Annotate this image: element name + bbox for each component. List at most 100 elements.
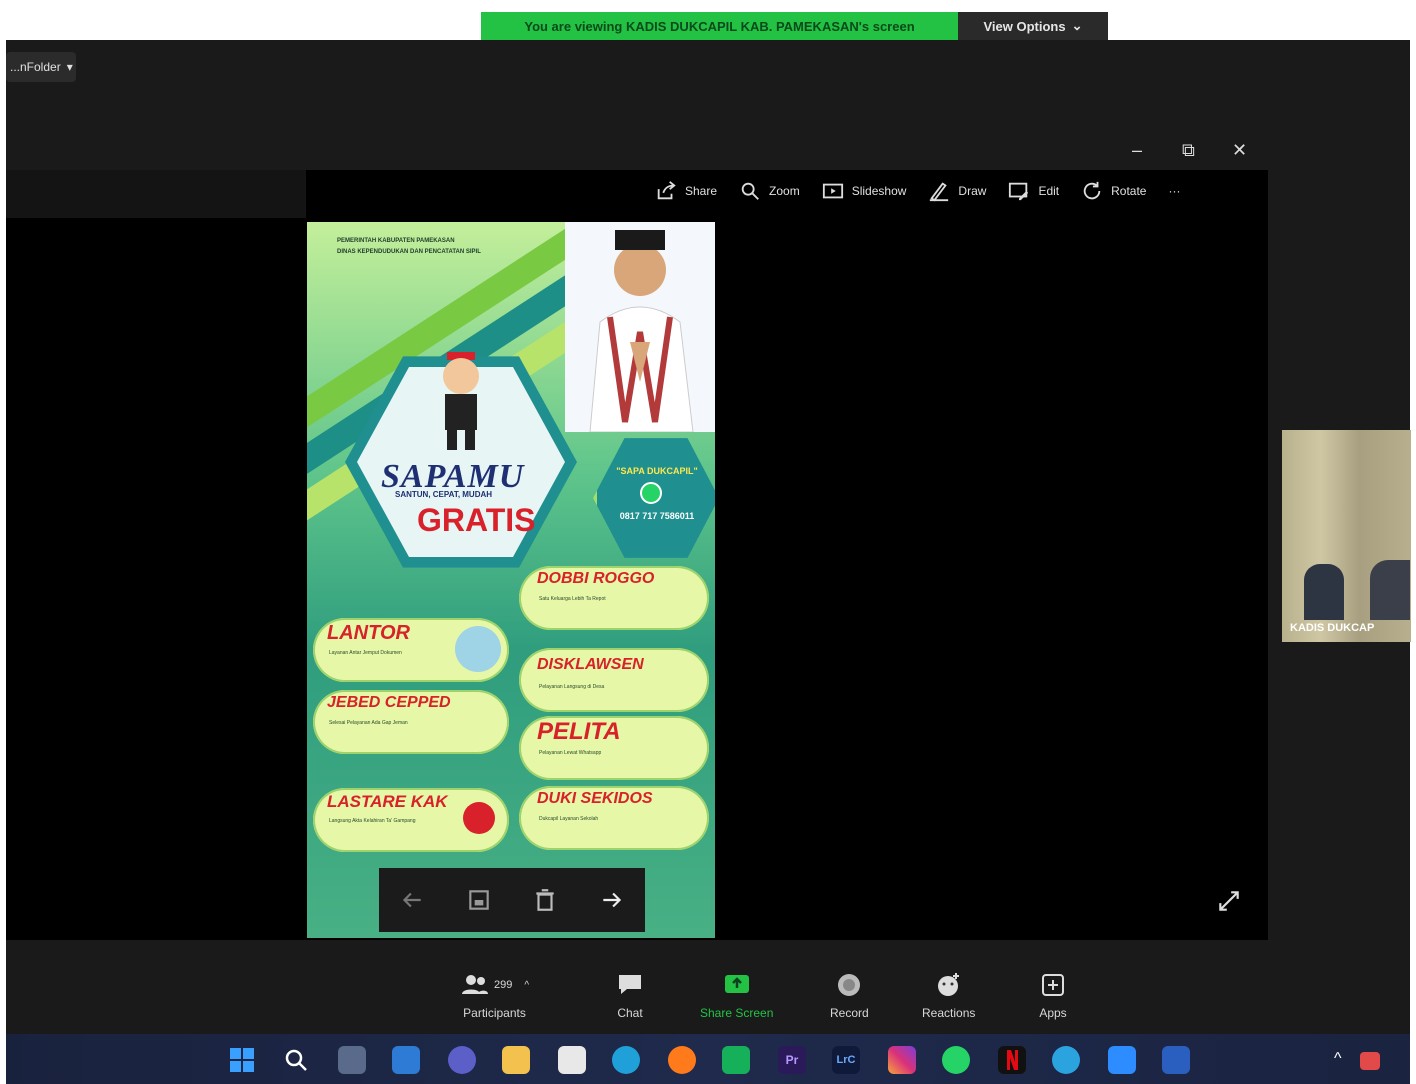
toolbar-more[interactable]: ···: [1168, 184, 1180, 198]
service-text: Dukcapil Layanan Sekolah: [539, 816, 599, 822]
service-illustration: [463, 802, 495, 834]
reactions-button[interactable]: Reactions: [922, 970, 975, 1020]
whatsapp-taskbar-icon[interactable]: [942, 1046, 970, 1074]
service-pill: DOBBI ROGGO Satu Keluarga Lebih Ta Repot: [519, 566, 709, 630]
share-screen-button[interactable]: Share Screen: [700, 970, 773, 1020]
zoom-icon: [741, 182, 759, 200]
service-pill: JEBED CEPPED Selesai Pelayanan Ada Gap J…: [313, 690, 509, 754]
task-view-icon[interactable]: [338, 1046, 366, 1074]
telegram-icon[interactable]: [1052, 1046, 1080, 1074]
viewing-banner: You are viewing KADIS DUKCAPIL KAB. PAME…: [481, 12, 958, 40]
rotate-icon: [1083, 181, 1101, 200]
apps-icon: [1042, 974, 1064, 996]
chevron-up-icon[interactable]: ^: [524, 980, 529, 991]
service-illustration: [455, 626, 501, 672]
fullscreen-icon[interactable]: [1216, 888, 1242, 914]
system-tray-chevron-icon[interactable]: ^: [1334, 1050, 1342, 1068]
phone-app-icon[interactable]: [722, 1046, 750, 1074]
search-icon[interactable]: [282, 1046, 310, 1074]
service-pill: LASTARE KAK Langsung Akta Kelahiran Ta' …: [313, 788, 509, 852]
participant-silhouette: [1370, 560, 1410, 620]
poster-header: PEMERINTAH KABUPATEN PAMEKASAN DINAS KEP…: [337, 236, 481, 258]
arrow-right-icon[interactable]: [599, 887, 625, 913]
participants-button[interactable]: 299 ^ Participants: [460, 970, 529, 1020]
record-icon: [838, 974, 861, 996]
more-icon: ···: [1168, 184, 1181, 198]
tray-app-icon[interactable]: [1360, 1052, 1380, 1070]
service-title: DOBBI ROGGO: [537, 570, 655, 587]
service-title: DISKLAWSEN: [537, 656, 644, 673]
toolbar-share[interactable]: Share: [655, 180, 717, 202]
close-button[interactable]: ✕: [1232, 140, 1247, 161]
view-options-label: View Options: [983, 18, 1066, 34]
restore-button[interactable]: ⧉: [1182, 140, 1195, 161]
word-icon[interactable]: [1162, 1046, 1190, 1074]
toolbar-zoom[interactable]: Zoom: [739, 180, 800, 202]
participants-count: 299: [494, 979, 513, 991]
minimize-button[interactable]: –: [1132, 140, 1142, 161]
poster-gratis: GRATIS: [417, 502, 536, 538]
service-text: Selesai Pelayanan Ada Gap Jeman: [329, 720, 408, 726]
mascot-figure: [433, 352, 489, 452]
service-text: Pelayanan Langsung di Desa: [539, 684, 605, 690]
chevron-down-icon: ⌄: [1071, 18, 1083, 33]
instagram-icon[interactable]: [888, 1046, 916, 1074]
share-screen-label: Share Screen: [700, 1006, 774, 1020]
folder-tab-label: ...nFolder: [10, 60, 61, 74]
premiere-pro-icon[interactable]: Pr: [778, 1046, 806, 1074]
service-title: LASTARE KAK: [327, 792, 448, 811]
participant-name-label: KADIS DUKCAP: [1290, 622, 1375, 634]
toolbar-draw[interactable]: Draw: [928, 180, 986, 202]
participants-label: Participants: [463, 1006, 526, 1020]
toolbar-rotate[interactable]: Rotate: [1081, 180, 1146, 202]
store-icon[interactable]: [558, 1046, 586, 1074]
firefox-icon[interactable]: [668, 1046, 696, 1074]
whatsapp-number: 0817 717 7586011: [619, 511, 695, 521]
chat-button[interactable]: Chat: [615, 970, 645, 1020]
widgets-icon[interactable]: [392, 1046, 420, 1074]
teams-chat-icon[interactable]: [448, 1046, 476, 1074]
edit-icon: [1009, 182, 1029, 201]
whatsapp-title: "SAPA DUKCAPIL": [616, 466, 698, 476]
poster-tagline: SANTUN, CEPAT, MUDAH: [395, 490, 493, 499]
toolbar-edit[interactable]: Edit: [1008, 180, 1059, 202]
reactions-icon: [937, 973, 959, 996]
lightroom-icon[interactable]: LrC: [832, 1046, 860, 1074]
viewer-titlebar-left: [6, 170, 306, 218]
service-title: LANTOR: [327, 622, 410, 644]
participants-icon: [462, 975, 488, 994]
apps-button[interactable]: Apps: [1038, 970, 1068, 1020]
official-photo: [565, 222, 715, 433]
save-icon[interactable]: [466, 887, 492, 913]
service-pill: DISKLAWSEN Pelayanan Langsung di Desa: [519, 648, 709, 712]
participant-video-thumbnail[interactable]: [1282, 430, 1411, 642]
slideshow-label: Slideshow: [851, 184, 907, 198]
service-title: JEBED CEPPED: [327, 694, 451, 711]
service-title: DUKI SEKIDOS: [537, 790, 653, 807]
arrow-left-icon[interactable]: [399, 887, 425, 913]
edge-icon[interactable]: [612, 1046, 640, 1074]
record-button[interactable]: Record: [830, 970, 869, 1020]
draw-label: Draw: [958, 184, 987, 198]
toolbar-slideshow[interactable]: Slideshow: [822, 180, 907, 202]
chat-label: Chat: [617, 1006, 643, 1020]
netflix-icon[interactable]: [998, 1046, 1026, 1074]
poster-header-line-2: DINAS KEPENDUDUKAN DAN PENCATATAN SIPIL: [337, 249, 481, 255]
zoom-label: Zoom: [769, 184, 800, 198]
file-explorer-icon[interactable]: [502, 1046, 530, 1074]
view-options-button[interactable]: View Options ⌄: [958, 12, 1108, 40]
folder-tab-chip[interactable]: ...nFolder ▾: [6, 52, 76, 82]
windows-taskbar: [6, 1034, 1410, 1084]
whatsapp-icon: [640, 482, 662, 504]
chat-icon: [619, 975, 641, 994]
service-title: PELITA: [537, 718, 621, 745]
apps-label: Apps: [1039, 1006, 1067, 1020]
poster-header-line-1: PEMERINTAH KABUPATEN PAMEKASAN: [337, 238, 455, 244]
share-label: Share: [685, 184, 718, 198]
windows-start-icon[interactable]: [228, 1046, 256, 1074]
service-text: Satu Keluarga Lebih Ta Repot: [539, 596, 606, 602]
zoom-app-icon[interactable]: [1108, 1046, 1136, 1074]
poster-image: PEMERINTAH KABUPATEN PAMEKASAN DINAS KEP…: [307, 222, 715, 938]
trash-icon[interactable]: [532, 887, 558, 913]
rotate-label: Rotate: [1111, 184, 1147, 198]
